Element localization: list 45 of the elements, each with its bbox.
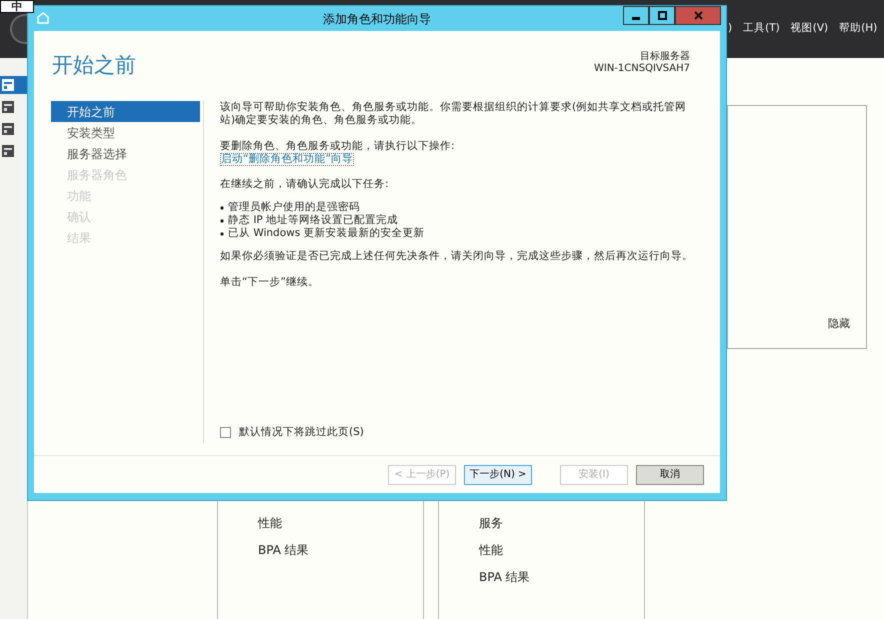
menu-item[interactable]: 工具(T) (743, 21, 780, 37)
maximize-icon (658, 11, 666, 20)
nav-tile[interactable] (0, 76, 27, 94)
task-item: 已从 Windows 更新安装最新的安全更新 (228, 227, 425, 240)
dashboard-icon (2, 101, 14, 113)
menu-item[interactable]: 视图(V) (790, 21, 828, 37)
wizard-button[interactable]: 取消 (636, 464, 704, 484)
close-button[interactable] (675, 6, 721, 25)
task-item: 管理员帐户使用的是强密码 (228, 201, 360, 214)
window-title: 添加角色和功能向导 (323, 10, 431, 28)
bullet-icon (220, 219, 224, 223)
minimize-button[interactable] (623, 6, 649, 25)
step-item[interactable]: 开始之前 (51, 101, 200, 122)
menu-item[interactable]: ) (728, 21, 732, 37)
tile-link[interactable]: 性能 (479, 541, 644, 559)
skip-checkbox[interactable] (220, 427, 231, 438)
remove-text: 要删除角色、角色服务或功能，请执行以下操作: (220, 140, 456, 153)
hide-link[interactable]: 隐藏 (828, 316, 850, 332)
target-label: 目标服务器 (640, 51, 690, 63)
tile-link[interactable]: BPA 结果 (479, 568, 644, 586)
dashboard-icon (2, 123, 14, 135)
dashboard-icon (2, 79, 14, 91)
tile-link[interactable]: BPA 结果 (258, 541, 423, 559)
bullet-icon (220, 232, 224, 236)
wizard-button[interactable]: 下一步(N) > (464, 464, 532, 484)
page-heading: 开始之前 (52, 55, 136, 76)
tile-link[interactable]: 服务 (479, 514, 644, 532)
bullet-icon (220, 206, 224, 210)
continue-text: 单击“下一步”继续。 (220, 276, 320, 289)
app-icon (36, 11, 50, 25)
tile-link[interactable]: 性能 (258, 514, 423, 532)
target-server: WIN-1CNSQIVSAH7 (594, 63, 690, 75)
dashboard-icon (2, 145, 14, 157)
ime-indicator: 中 (0, 0, 34, 13)
close-icon (694, 11, 702, 20)
step-item[interactable]: 服务器选择 (51, 143, 200, 164)
menu-item[interactable]: 帮助(H) (839, 21, 878, 37)
intro-text: 该向导可帮助你安装角色、角色服务或功能。你需要根据组织的计算要求(例如共享文档或托管网站)确定要安装的角色、角色服务或功能。 (220, 101, 688, 127)
skip-label[interactable]: 默认情况下将跳过此页(S) (239, 426, 364, 439)
step-item[interactable]: 安装类型 (51, 122, 200, 143)
maximize-button[interactable] (649, 6, 675, 25)
remove-wizard-link[interactable]: 启动“删除角色和功能”向导 (220, 153, 354, 166)
before-text: 在继续之前，请确认完成以下任务: (220, 178, 390, 191)
task-item: 静态 IP 地址等网络设置已配置完成 (228, 214, 398, 227)
verify-text: 如果你必须验证是否已完成上述任何先决条件，请关闭向导，完成这些步骤，然后再次运行向导。 (220, 250, 694, 263)
